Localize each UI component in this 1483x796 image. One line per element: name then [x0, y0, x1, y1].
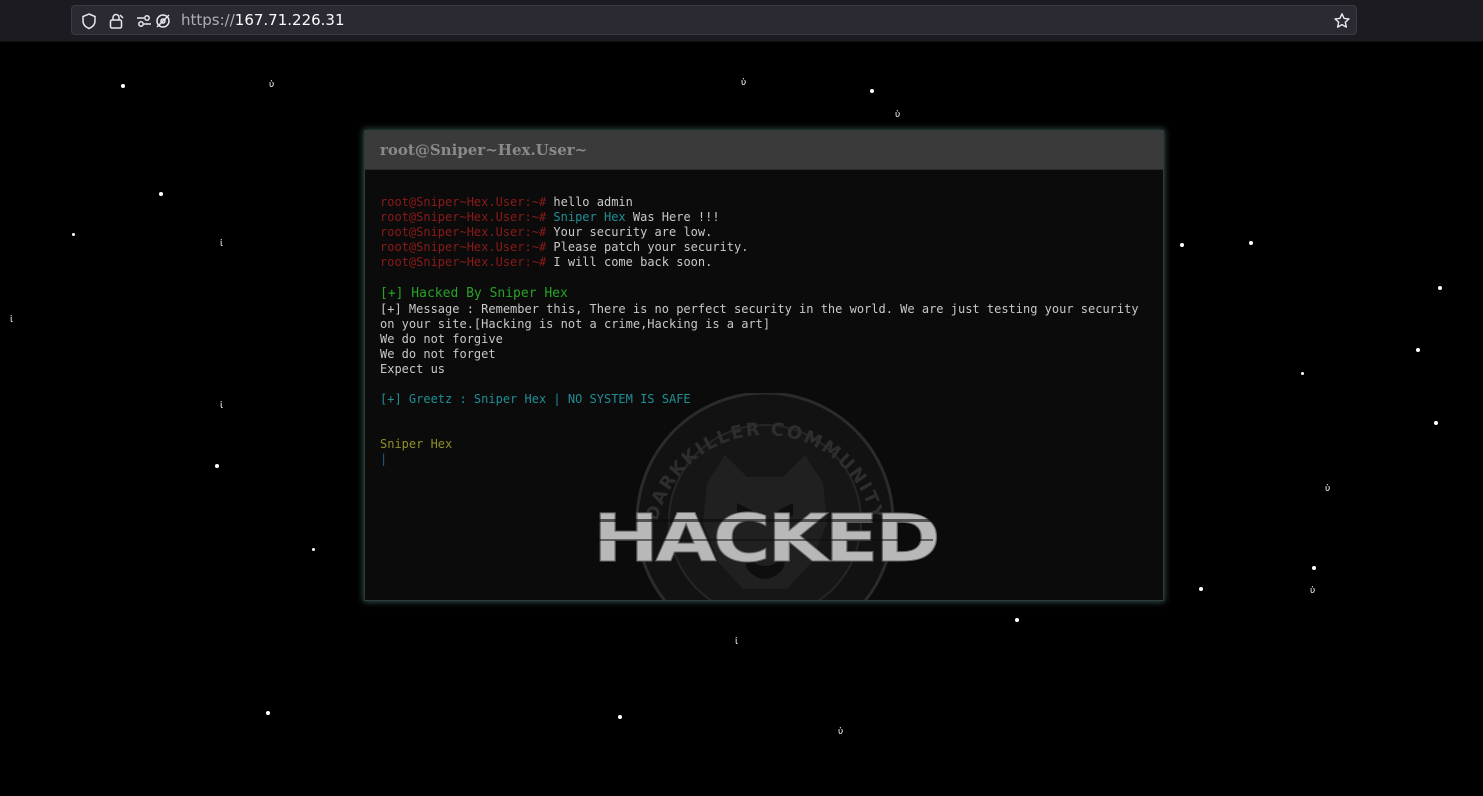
particle	[618, 715, 622, 719]
text-cursor: |	[380, 452, 388, 466]
particle-glyph: ὑ	[741, 78, 747, 88]
particle-glyph: ὑ	[1310, 586, 1316, 596]
particle	[159, 192, 163, 196]
command-text: Your security are low.	[553, 225, 713, 239]
url-scheme: https://	[181, 11, 235, 29]
command-text: hello admin	[553, 195, 633, 209]
terminal-line: root@Sniper~Hex.User:~# I will come back…	[380, 255, 1148, 270]
particle	[1434, 421, 1438, 425]
hacker-message: [+] Message : Remember this, There is no…	[380, 302, 1139, 331]
prompt: root@Sniper~Hex.User:~#	[380, 210, 547, 224]
terminal-line: root@Sniper~Hex.User:~# Your security ar…	[380, 225, 1148, 240]
particle-glyph: ἰ	[220, 401, 224, 411]
particle	[870, 89, 874, 93]
terminal-body: root@Sniper~Hex.User:~# hello admin root…	[365, 170, 1163, 467]
particle-glyph: ὑ	[1325, 484, 1331, 494]
command-highlight: Sniper Hex	[553, 210, 626, 224]
particle	[1180, 243, 1184, 247]
terminal-title: root@Sniper~Hex.User~	[365, 131, 1163, 170]
particle	[121, 84, 125, 88]
particle	[72, 233, 75, 236]
shield-icon[interactable]	[80, 12, 98, 30]
motto-line: We do not forget	[380, 347, 496, 361]
particle-glyph: ὑ	[269, 80, 275, 90]
terminal-line: root@Sniper~Hex.User:~# Sniper Hex Was H…	[380, 210, 1148, 225]
command-text: Please patch your security.	[553, 240, 749, 254]
url-host: 167.71.226.31	[234, 11, 345, 29]
terminal-window: root@Sniper~Hex.User~ DARKKILLER COMMUNI…	[364, 130, 1164, 601]
motto-line: We do not forgive	[380, 332, 503, 346]
particle-glyph: ὑ	[838, 727, 844, 737]
permissions-icon[interactable]	[135, 12, 153, 30]
browser-toolbar: https://167.71.226.31	[0, 0, 1483, 42]
prompt: root@Sniper~Hex.User:~#	[380, 225, 547, 239]
emblem-hacked-word: HACKED	[593, 500, 937, 577]
particle-glyph: ἰ	[10, 315, 14, 325]
particle-glyph: ἰ	[735, 637, 739, 647]
particle	[266, 711, 270, 715]
signature: Sniper Hex	[380, 437, 453, 451]
particle	[215, 464, 219, 468]
particle	[1312, 566, 1316, 570]
prompt: root@Sniper~Hex.User:~#	[380, 240, 547, 254]
particle	[1249, 241, 1253, 245]
hacked-by-heading: [+] Hacked By Sniper Hex	[380, 286, 568, 301]
command-text: I will come back soon.	[553, 255, 713, 269]
particle	[1438, 286, 1442, 290]
particle	[312, 548, 315, 551]
particle	[1015, 618, 1019, 622]
particle-glyph: ὑ	[895, 110, 901, 120]
prompt: root@Sniper~Hex.User:~#	[380, 255, 547, 269]
command-text: Was Here !!!	[625, 210, 720, 224]
tracking-blocked-icon[interactable]	[154, 12, 172, 30]
url-text[interactable]: https://167.71.226.31	[181, 11, 345, 29]
terminal-line: root@Sniper~Hex.User:~# Please patch you…	[380, 240, 1148, 255]
terminal-line: root@Sniper~Hex.User:~# hello admin	[380, 195, 1148, 210]
address-bar[interactable]: https://167.71.226.31	[71, 5, 1357, 35]
prompt: root@Sniper~Hex.User:~#	[380, 195, 547, 209]
motto-line: Expect us	[380, 362, 446, 376]
bookmark-star-icon[interactable]	[1333, 12, 1351, 30]
particle	[1301, 372, 1304, 375]
greetz-line: [+] Greetz : Sniper Hex | NO SYSTEM IS S…	[380, 392, 691, 406]
particle	[1199, 587, 1203, 591]
particle-glyph: ἰ	[220, 239, 224, 249]
lock-icon[interactable]	[107, 12, 125, 30]
particle	[1416, 348, 1420, 352]
